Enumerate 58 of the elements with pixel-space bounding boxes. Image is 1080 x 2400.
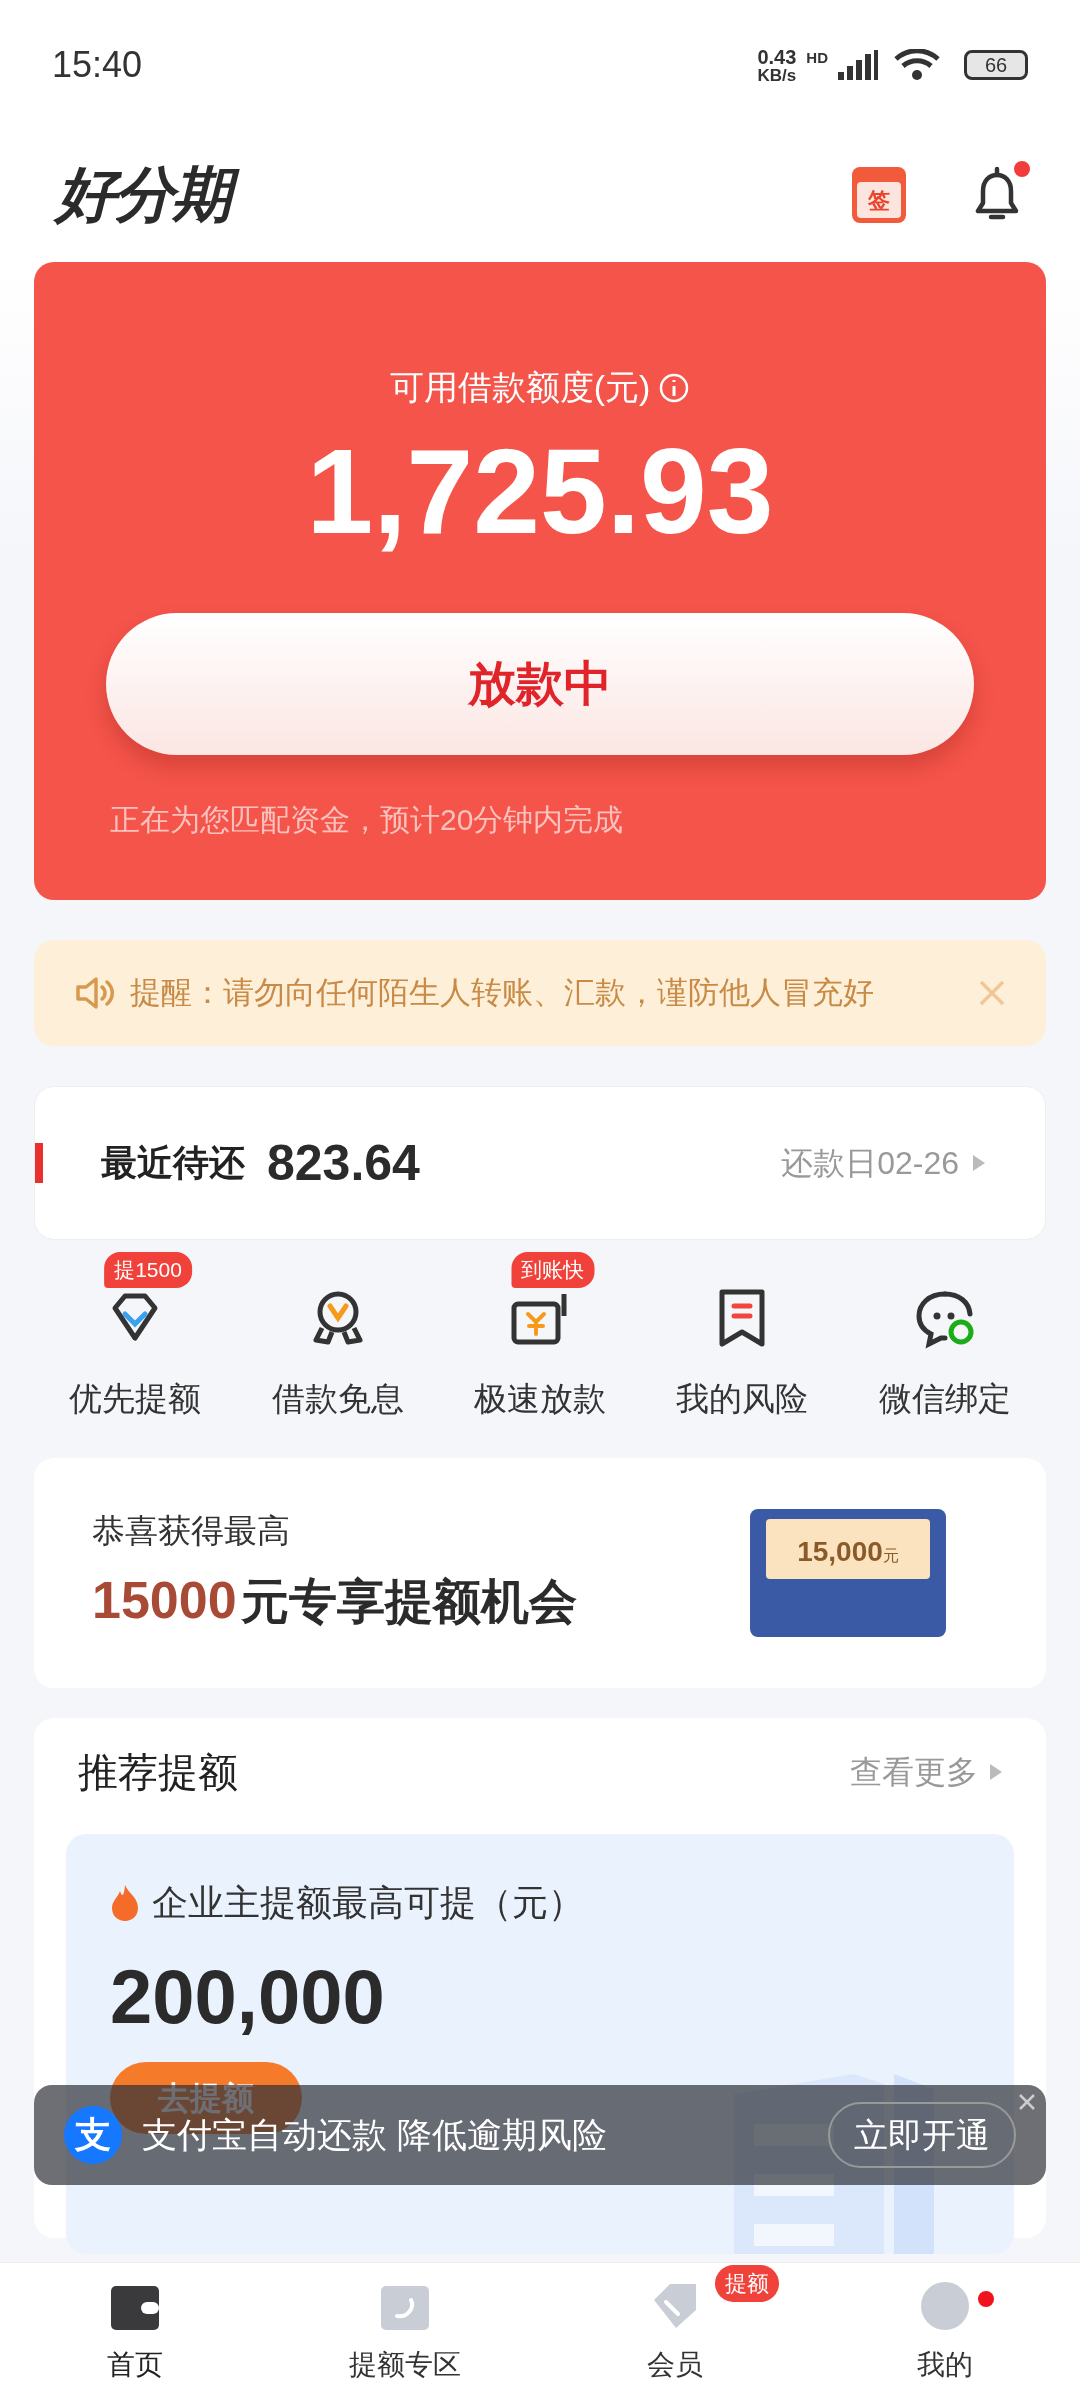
matching-note: 正在为您匹配资金，预计20分钟内完成 [110,802,624,838]
nav-label: 会员 [647,2348,703,2382]
activate-button[interactable]: 立即开通 [828,2102,1016,2168]
nav-label: 提额专区 [349,2348,461,2382]
shortcut-label: 微信绑定 [878,1379,1011,1419]
section-title: 推荐提额 [78,1748,238,1796]
promo-subtitle: 恭喜获得最高 [92,1510,291,1551]
arrow-icon [990,1763,1002,1780]
accent-bar [35,1143,43,1183]
repayment-label: 最近待还 [101,1141,245,1185]
alipay-logo: 支 [64,2106,122,2164]
network-speed: 0.43 [757,46,797,67]
network-type: HD [806,47,828,68]
shortcut-badge: 提1500 [104,1252,192,1288]
nav-tab[interactable]: 首页 [0,2263,270,2400]
shortcut-label: 优先提额 [69,1379,202,1419]
envelope-drawing: 15,000元 [750,1508,946,1637]
nav-badge: 提额 [715,2265,779,2302]
signal-icon [838,50,878,80]
toast-text: 支付宝自动还款 降低逾期风险 [142,2114,608,2156]
promo-title: 元专享提额机会 [240,1574,577,1631]
arrow-icon [973,1155,985,1171]
notice-text: 提醒：请勿向任何陌生人转账、汇款，谨防他人冒充好 [130,973,875,1012]
wallet-icon [111,2286,159,2330]
nav-tab[interactable]: 提额专区 [270,2263,540,2400]
nav-tab[interactable]: 我的 [810,2263,1080,2400]
shortcut-label: 我的风险 [676,1379,809,1419]
status-button[interactable]: 放款中 [106,613,974,755]
nav-label: 首页 [107,2348,163,2382]
close-icon[interactable] [1018,2093,1036,2111]
shortcut-item[interactable]: 微信绑定 [878,1286,1011,1424]
shortcut-item[interactable]: 优先提额 [69,1286,202,1424]
shortcut-label: 借款免息 [271,1379,404,1419]
shortcut-badge: 到账快 [511,1252,595,1288]
flame-icon [110,1884,140,1921]
nav-label: 我的 [917,2348,973,2382]
avatar-icon [921,2282,969,2330]
shortcut-item[interactable]: 极速放款 [474,1286,606,1424]
offer-amount: 200,000 [110,1952,386,2041]
network-speed-unit: KB/s [757,66,797,84]
speaker-icon [74,975,116,1011]
shortcut-label: 极速放款 [474,1379,606,1419]
shortcut-item[interactable]: 我的风险 [676,1286,809,1424]
credit-amount: 1,725.93 [306,431,774,551]
promo-amount: 15000 [92,1570,237,1632]
battery-indicator: 66 [964,50,1028,80]
due-date: 还款日02-26 [781,1144,959,1183]
status-time: 15:40 [52,43,143,87]
promo-card[interactable]: 恭喜获得最高 15000元专享提额机会 15,000元 [34,1457,1046,1688]
nav-tab[interactable]: 提额 会员 [540,2263,810,2400]
info-icon[interactable] [658,371,691,404]
shortcut-item[interactable]: 借款免息 [271,1286,404,1424]
repayment-amount: 823.64 [267,1133,420,1193]
offer-title: 企业主提额最高可提（元） [152,1880,584,1925]
credit-label: 可用借款额度(元) [389,367,651,408]
repayment-card[interactable]: 最近待还 823.64 还款日02-26 [34,1086,1046,1240]
phone-icon [381,2286,429,2330]
wifi-icon [894,49,940,81]
